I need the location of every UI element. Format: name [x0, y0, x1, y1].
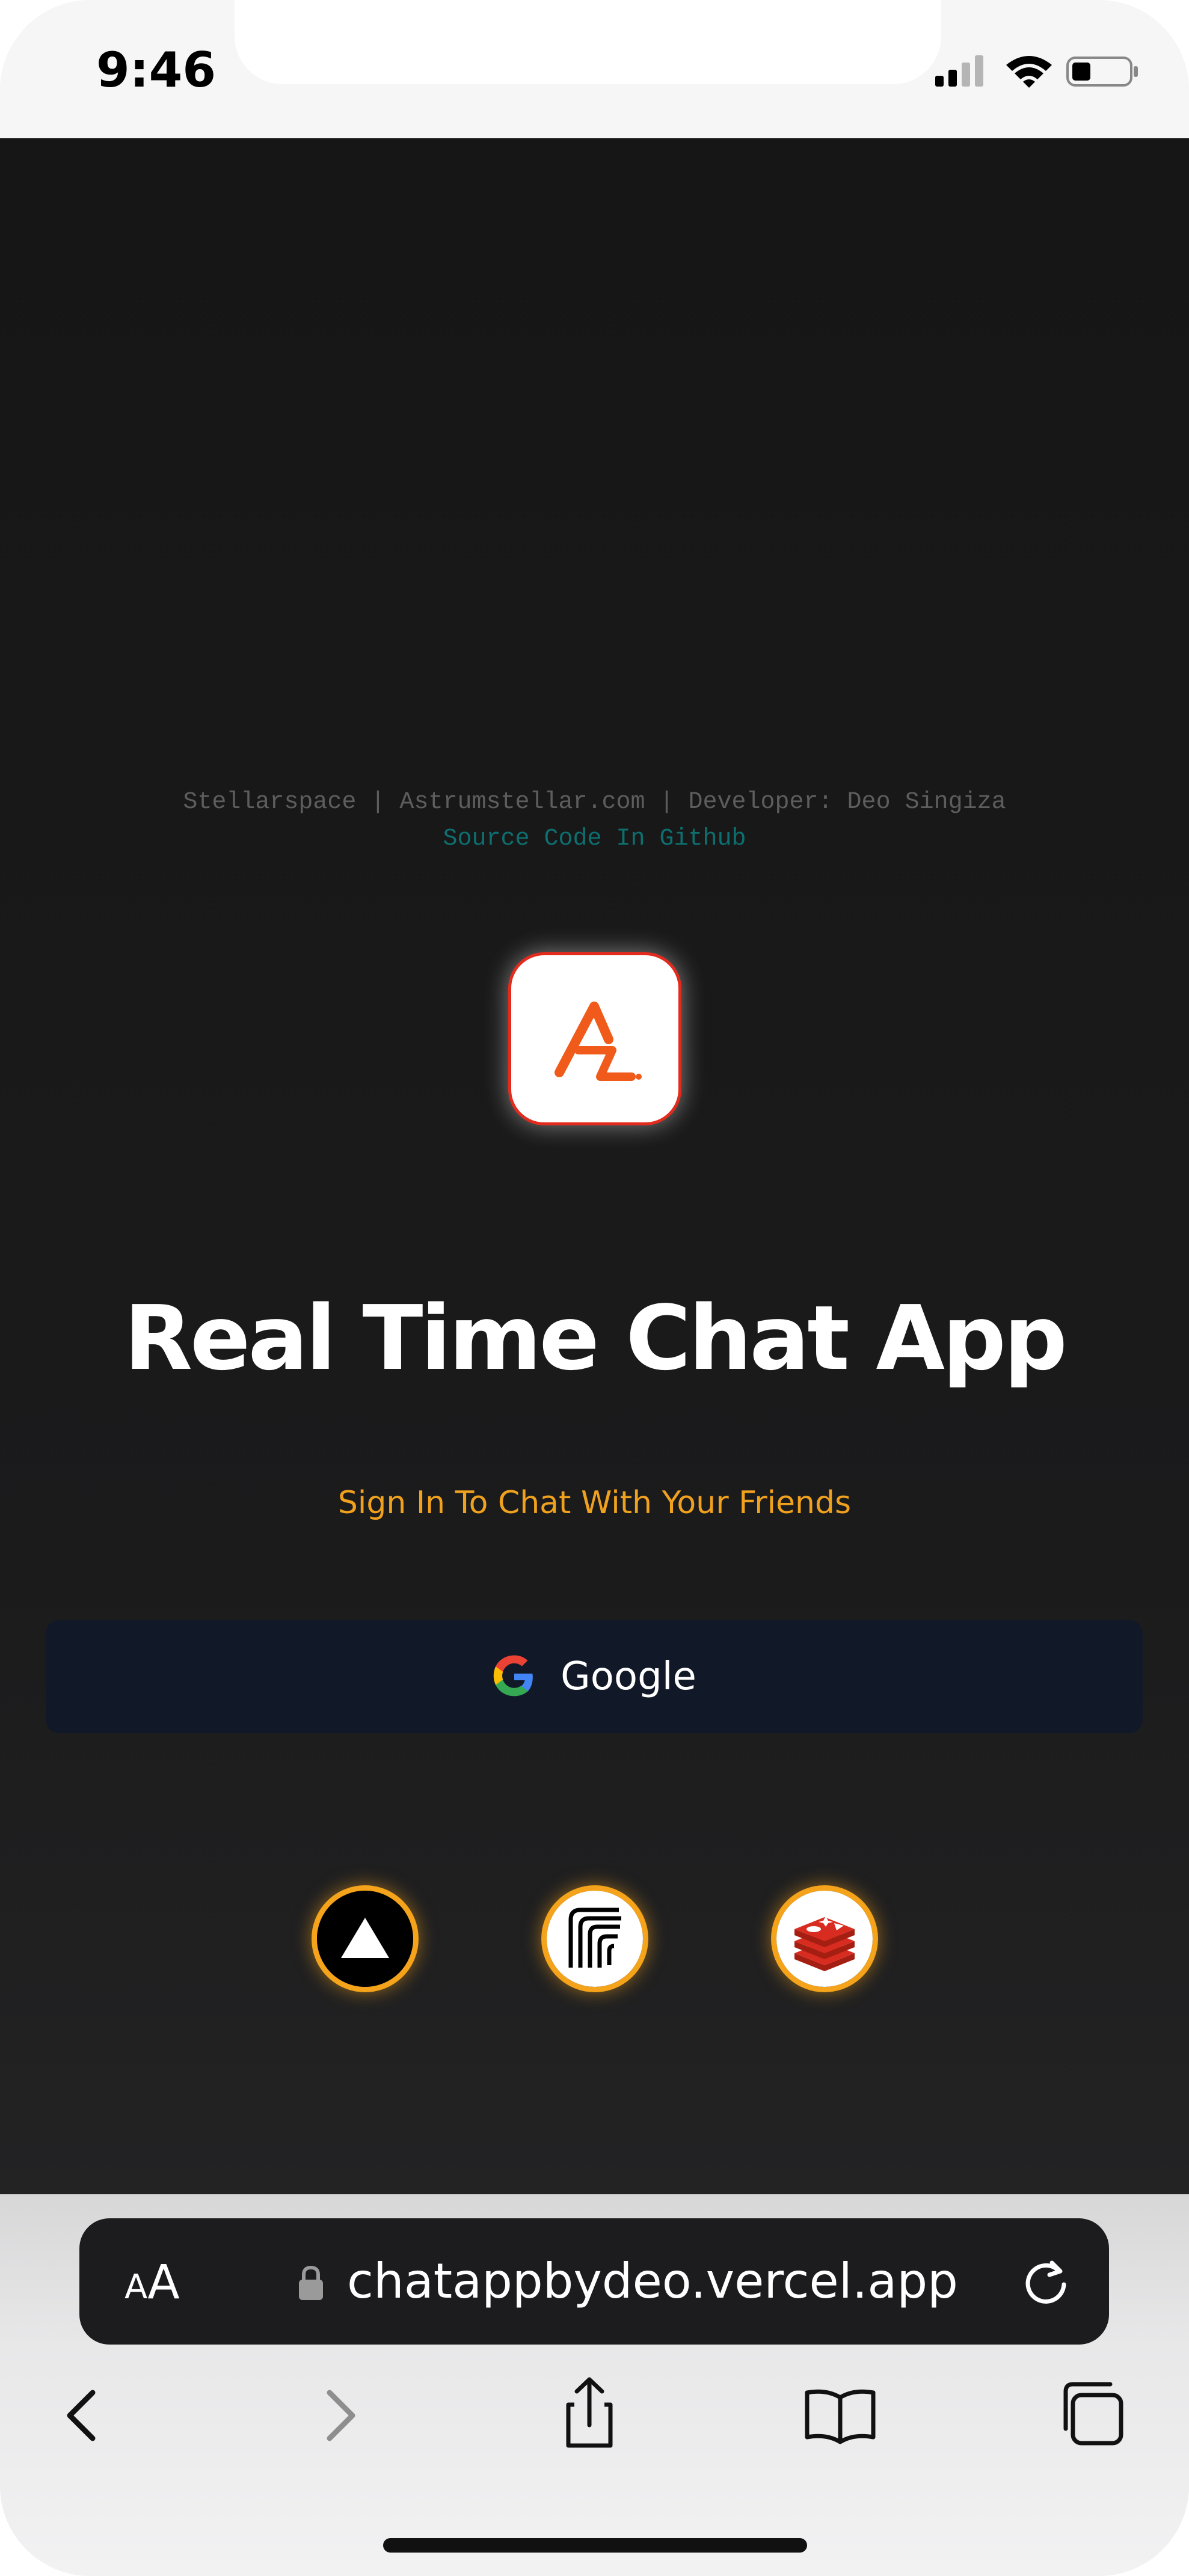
redis-icon [771, 1885, 878, 1992]
lock-icon [299, 2265, 323, 2300]
nextjs-icon [312, 1885, 419, 1992]
bookmarks-icon[interactable] [801, 2375, 879, 2453]
page-subtitle: Sign In To Chat With Your Friends [337, 1485, 852, 1521]
astrum-logo-icon [555, 1002, 642, 1081]
forward-icon[interactable] [301, 2375, 379, 2453]
status-time: 9:46 [96, 42, 216, 98]
web-content: Stellarspace | Astrumstellar.com | Devel… [0, 138, 1189, 2194]
reload-icon[interactable] [1021, 2256, 1072, 2307]
google-button-label: Google [561, 1654, 696, 1699]
back-icon[interactable] [43, 2375, 121, 2453]
address-bar[interactable]: AA chatappbydeo.vercel.app [79, 2218, 1109, 2345]
home-indicator[interactable] [383, 2538, 807, 2553]
source-code-link[interactable]: Source Code In Github [0, 825, 1189, 852]
notch [235, 0, 941, 84]
upstash-icon [541, 1885, 648, 1992]
url-text[interactable]: chatappbydeo.vercel.app [347, 2253, 958, 2309]
tabs-icon[interactable] [1052, 2375, 1131, 2453]
phone-screen: 9:46 Stellarspace | Astrumstellar.com | … [0, 0, 1189, 2576]
app-logo [508, 952, 681, 1125]
text-size-button[interactable]: AA [124, 2256, 180, 2310]
google-sign-in-button[interactable]: Google [46, 1620, 1143, 1733]
status-bar: 9:46 [0, 0, 1189, 138]
cellular-signal-icon [935, 55, 983, 87]
credits-text: Stellarspace | Astrumstellar.com | Devel… [183, 789, 1006, 816]
wifi-icon [1006, 56, 1052, 88]
browser-toolbar: AA chatappbydeo.vercel.app [0, 2194, 1189, 2576]
status-icons [935, 55, 1138, 88]
share-icon[interactable] [550, 2375, 628, 2453]
battery-icon [1066, 57, 1138, 87]
google-icon [493, 1655, 533, 1696]
page-title: Real Time Chat App [124, 1286, 1068, 1390]
